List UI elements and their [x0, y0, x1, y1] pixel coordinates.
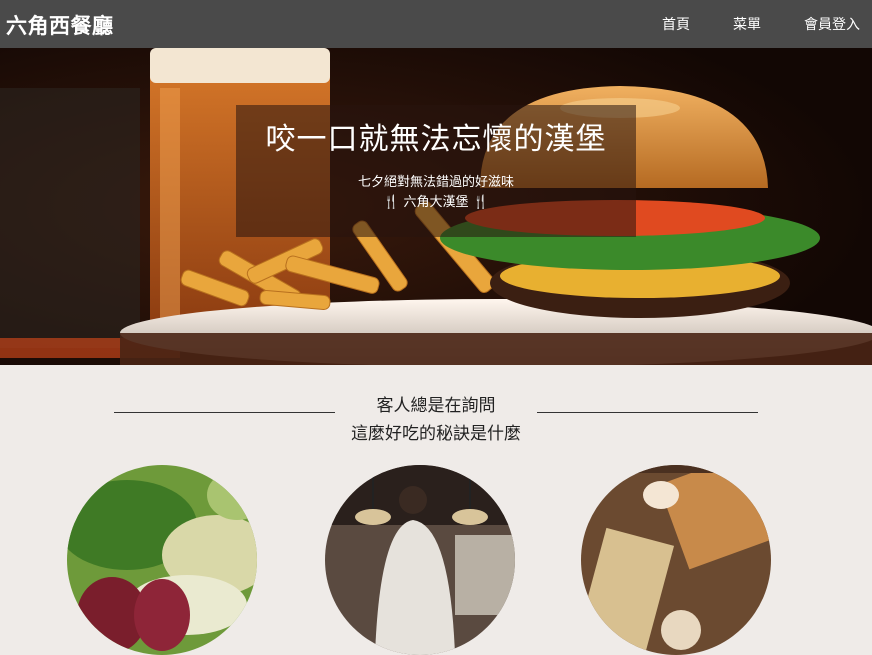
top-navbar: 六角西餐廳 首頁 菜單 會員登入 — [0, 0, 872, 48]
hero-tagline: 六角大漢堡 — [403, 195, 469, 210]
chef-kitchen-image — [325, 465, 515, 655]
fork-knife-icon: 🍴 — [383, 195, 400, 210]
hero-subtitle: 七夕絕對無法錯過的好滋味 — [357, 175, 514, 190]
hero-banner: 咬一口就無法忘懷的漢堡 七夕絕對無法錯過的好滋味 🍴 六角大漢堡 🍴 — [0, 48, 872, 365]
nav-menu-link[interactable]: 菜單 — [733, 14, 761, 34]
secret-section: 客人總是在詢問 這麼好吃的秘訣是什麼 — [0, 365, 872, 655]
section-heading-line2: 這麼好吃的秘訣是什麼 — [351, 424, 521, 444]
fork-knife-icon: 🍴 — [472, 195, 489, 210]
nav-home-link[interactable]: 首頁 — [662, 14, 690, 34]
brand-logo[interactable]: 六角西餐廳 — [6, 10, 114, 40]
nav-login-link[interactable]: 會員登入 — [804, 14, 860, 34]
hero-title: 咬一口就無法忘懷的漢堡 — [265, 122, 607, 157]
hero-tagline-row: 🍴 六角大漢堡 🍴 — [236, 191, 636, 210]
section-heading-line1: 客人總是在詢問 — [376, 396, 496, 416]
fresh-vegetables-image — [67, 465, 257, 655]
main-nav: 首頁 菜單 會員登入 — [619, 0, 872, 48]
baking-ingredients-image — [581, 465, 771, 655]
